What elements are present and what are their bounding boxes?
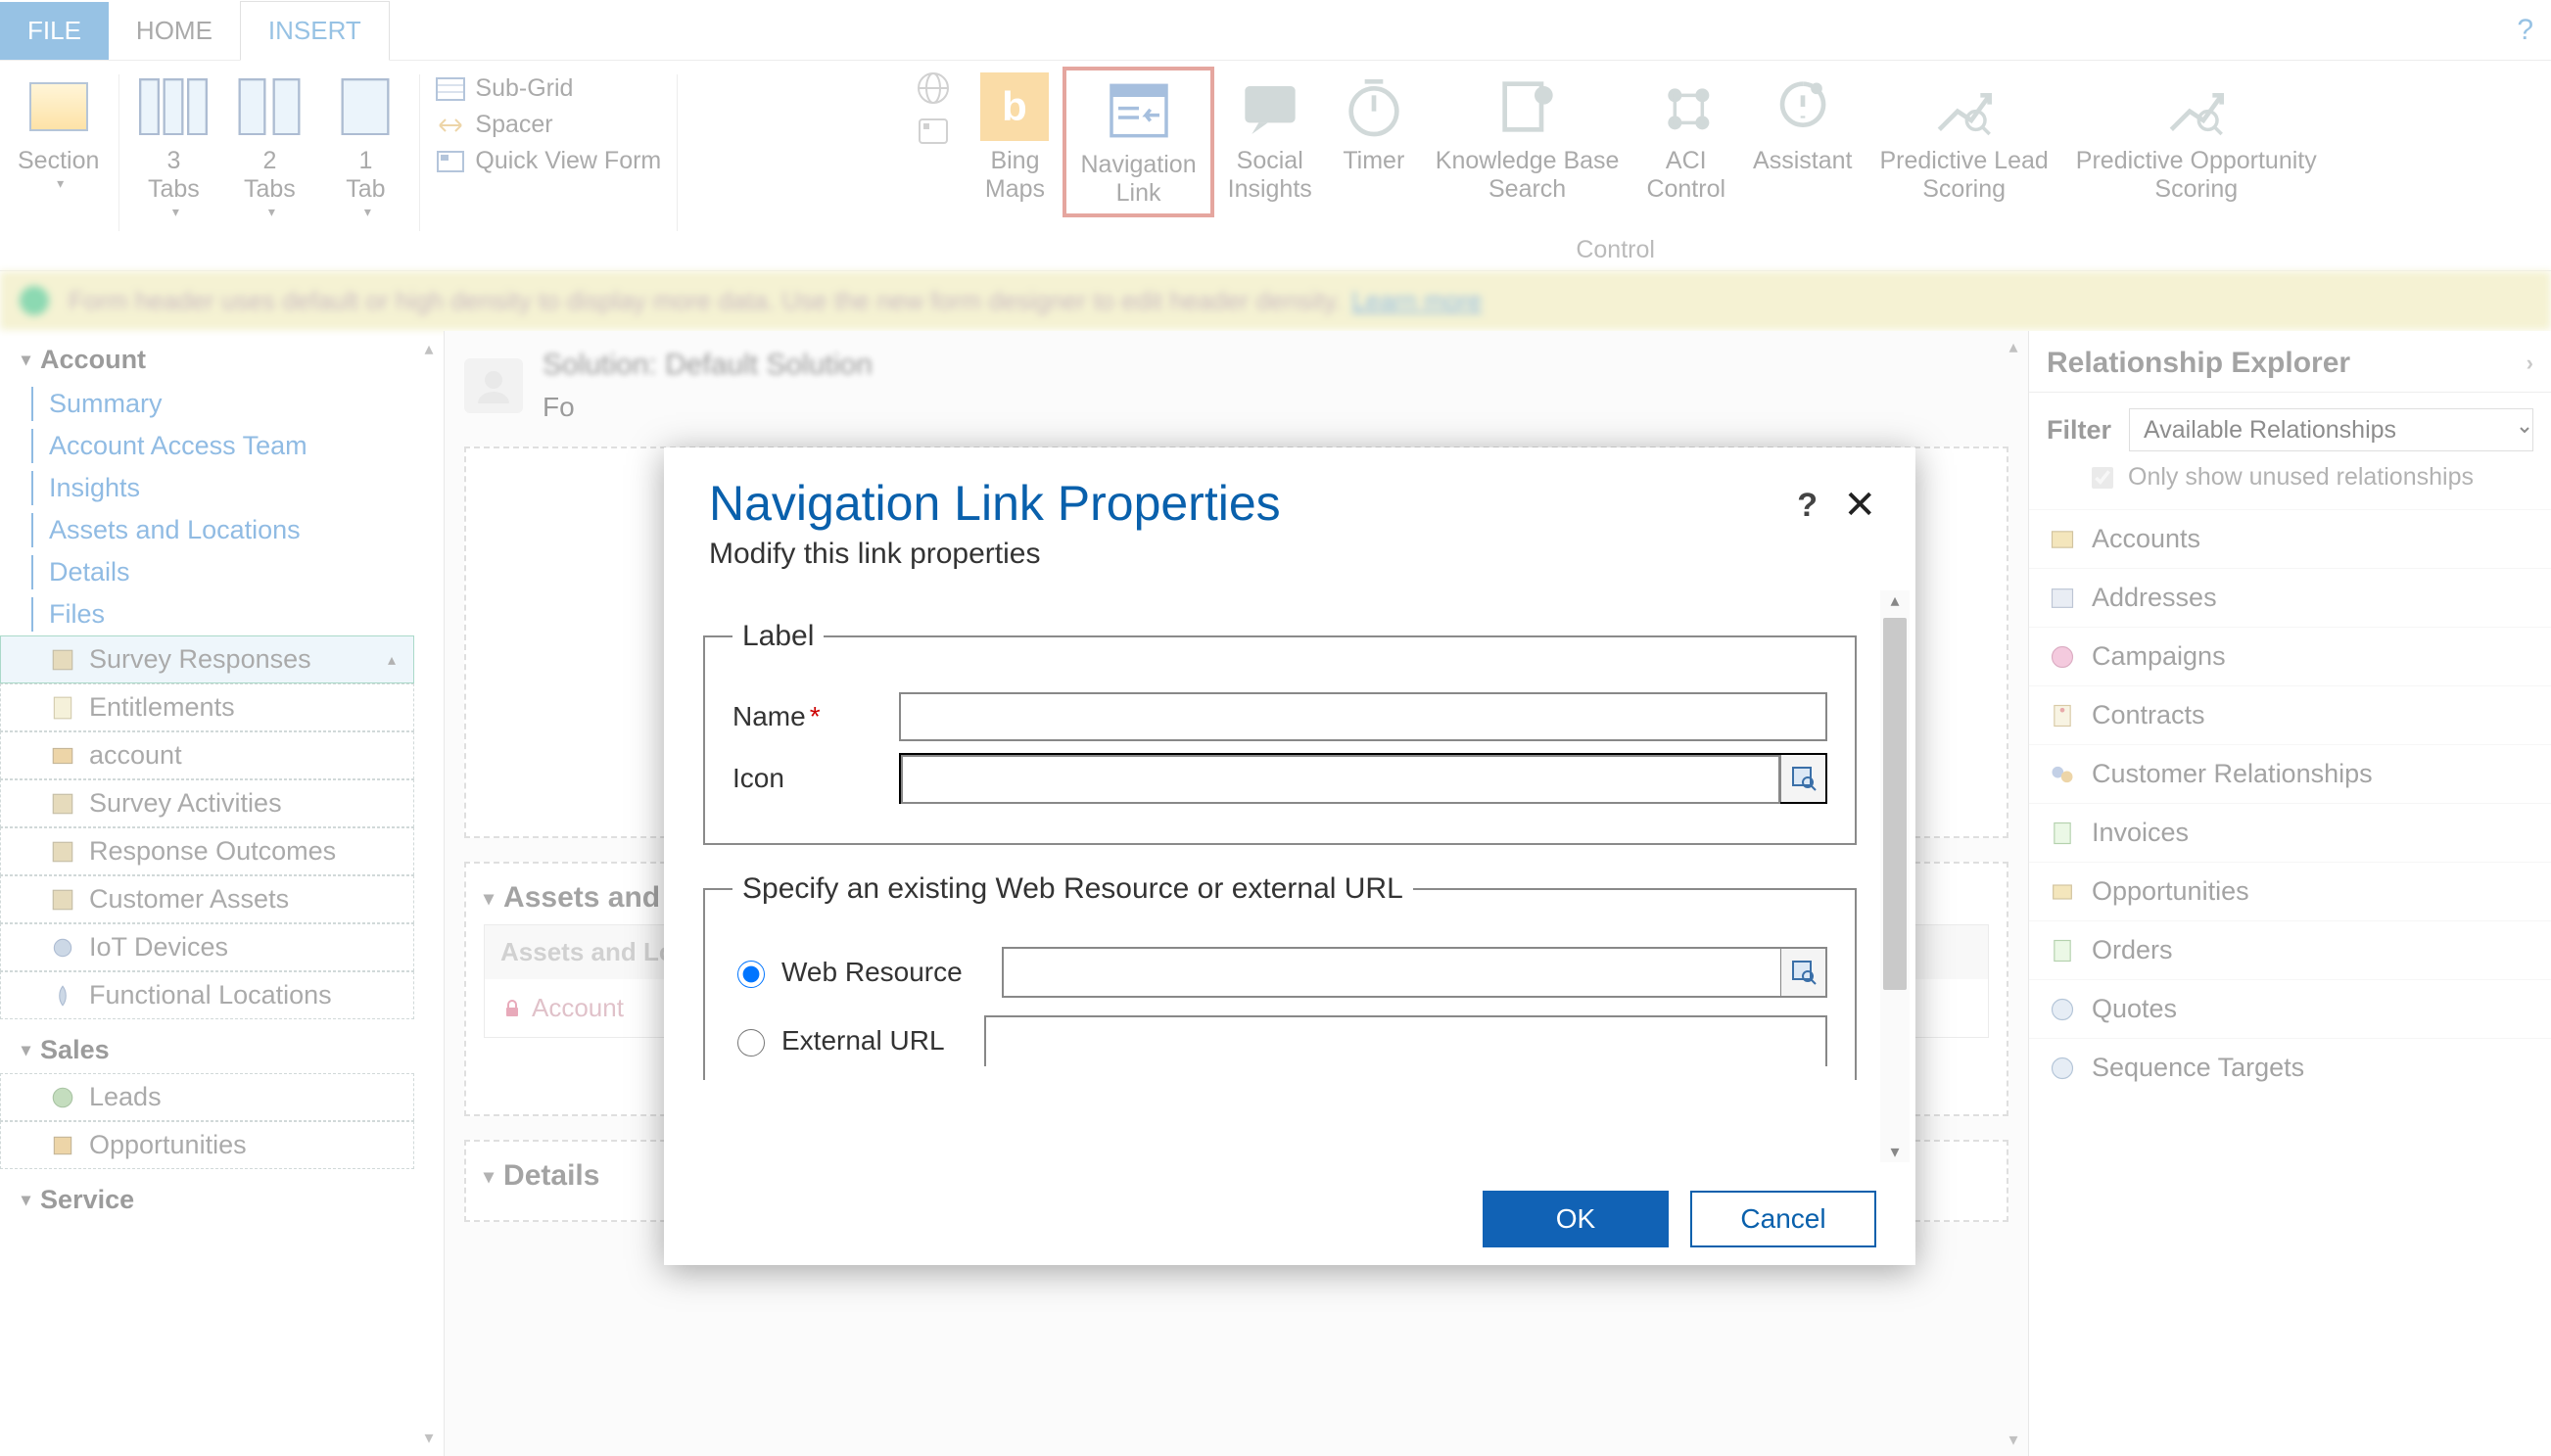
icon-lookup-button[interactable] [1780,755,1825,802]
webresource-input[interactable] [1004,949,1780,996]
externalurl-input[interactable] [986,1017,1825,1066]
scroll-up-icon[interactable]: ▴ [1890,590,1899,611]
dialog-subtitle: Modify this link properties [709,538,1870,571]
name-input[interactable] [899,692,1827,741]
name-label: Name [732,701,806,731]
fieldset-url: Specify an existing Web Resource or exte… [703,872,1857,1080]
required-indicator: * [810,701,821,731]
radio-webresource[interactable]: Web Resource [732,957,963,988]
legend-url: Specify an existing Web Resource or exte… [732,872,1413,906]
close-icon[interactable]: ✕ [1843,483,1876,528]
radio-webresource-label: Web Resource [781,957,963,988]
icon-input[interactable] [901,755,1780,804]
dialog-scrollbar[interactable]: ▴ ▾ [1880,590,1910,1162]
radio-webresource-input[interactable] [737,961,765,988]
icon-label: Icon [732,763,879,794]
radio-externalurl[interactable]: External URL [732,1025,945,1057]
webresource-lookup-button[interactable] [1780,949,1825,996]
radio-externalurl-label: External URL [781,1025,945,1057]
dialog-title: Navigation Link Properties [709,475,1870,532]
fieldset-label: Label Name* Icon [703,620,1857,845]
radio-externalurl-input[interactable] [737,1029,765,1057]
navlink-properties-dialog: Navigation Link Properties Modify this l… [664,447,1915,1265]
ok-button[interactable]: OK [1483,1191,1669,1247]
cancel-button[interactable]: Cancel [1690,1191,1876,1247]
scroll-thumb[interactable] [1883,618,1907,990]
scroll-down-icon[interactable]: ▾ [1890,1142,1899,1162]
legend-label: Label [732,620,824,653]
dialog-help-icon[interactable]: ? [1797,487,1818,525]
